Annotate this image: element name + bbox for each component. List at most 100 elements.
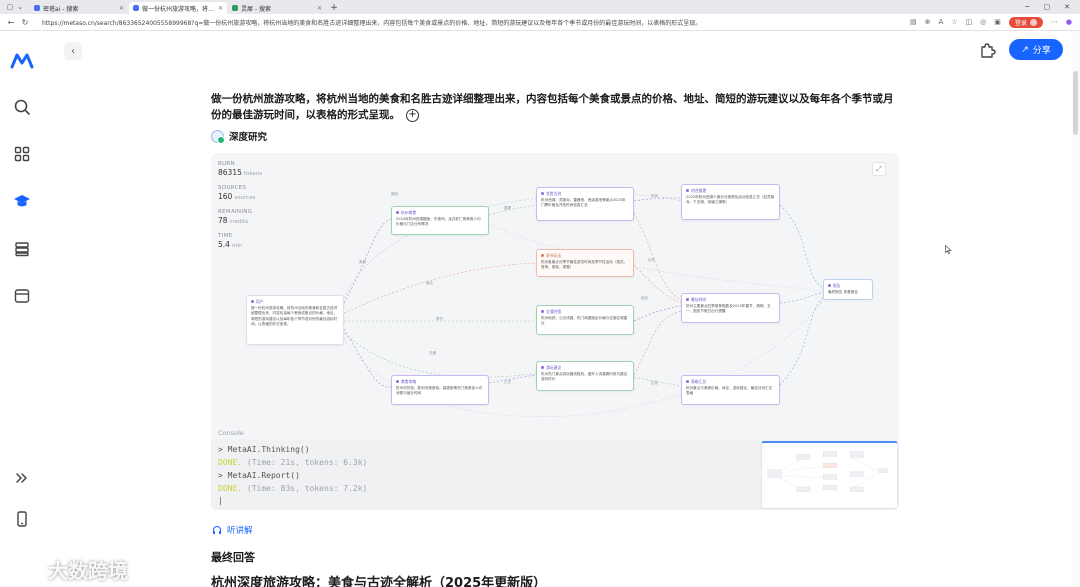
workspace-icon[interactable]: ▢	[7, 3, 14, 11]
flow-node-report[interactable]: 报告 最终报告 查看报告	[823, 279, 873, 300]
stat-burn: BURN 86315 tokens	[218, 161, 262, 177]
flow-node-table[interactable]: 表格汇总 杭州景点与美食价格、地址、游玩建议、最佳月份汇总表格	[681, 375, 780, 405]
back-arrow-icon[interactable]: ←	[4, 18, 18, 27]
collections-icon[interactable]: ▣	[994, 18, 1001, 26]
window-icon[interactable]	[13, 287, 31, 305]
minimize-icon[interactable]: ─	[1025, 3, 1029, 11]
metaso-logo-icon[interactable]	[10, 52, 34, 70]
browser-tab-bar: ▢ ⌄ 密塔ai - 搜索 ✕ 做一份杭州旅游攻略，将杭州当地 ✕ 灵犀 - 搜…	[0, 0, 1080, 14]
more-icon[interactable]: ⋯	[1051, 18, 1058, 26]
stat-value: 86315	[218, 168, 242, 177]
browser-tab-1[interactable]: 密塔ai - 搜索 ✕	[30, 2, 128, 14]
extension-icon[interactable]: ◎	[980, 18, 986, 26]
flow-node-summary[interactable]: 综合整理 2025年杭州西湖十景分月推荐及活动信息汇总（如灵隐寺、千岛湖、钱塘江…	[681, 184, 780, 220]
flow-node-food-guide[interactable]: 美食攻略 杭州河坊街、胜利河美食街、高银街等热门美食街人均消费与营业时间	[391, 375, 489, 405]
console-line: > MetaAI.Thinking()	[218, 445, 310, 454]
flow-node-tips[interactable]: 游玩建议 杭州热门景点游玩路线规划、避开人流高峰时段与建议游玩时长	[536, 361, 634, 391]
zoom-icon[interactable]: ⊕	[925, 18, 931, 26]
node-title: 杭州美食	[401, 210, 417, 215]
metaso-favicon-icon	[133, 5, 139, 11]
search-icon[interactable]	[13, 98, 31, 116]
back-button[interactable]: ‹	[64, 42, 82, 60]
add-icon[interactable]: +	[406, 108, 419, 122]
maximize-icon[interactable]: ▢	[1044, 3, 1051, 11]
stat-label: REMAINING	[218, 209, 253, 215]
research-stats: BURN 86315 tokens SOURCES 160 sources REMA…	[218, 161, 262, 257]
node-text: 杭州主要景点四季推荐指数及2025年春节、清明、五一、国庆节假日出行提醒	[686, 304, 771, 314]
mobile-icon[interactable]	[13, 510, 31, 528]
tab-actions[interactable]: ▢ ⌄	[0, 0, 30, 14]
split-icon[interactable]: ◫	[966, 18, 973, 26]
edge-label: 补充	[648, 257, 656, 262]
copilot-icon[interactable]: ●	[1066, 18, 1072, 26]
final-answer-heading: 最终回答	[211, 551, 255, 564]
stat-time: TIME 5.4 min	[218, 233, 262, 249]
listen-button[interactable]: 听讲解	[212, 524, 253, 536]
browser-tab-2[interactable]: 做一份杭州旅游攻略，将杭州当地 ✕	[129, 2, 227, 14]
scrollbar-thumb[interactable]	[1073, 71, 1078, 135]
translate-icon[interactable]: A	[938, 18, 943, 26]
node-title: 季节玩法	[546, 253, 562, 258]
metaso-favicon-icon	[34, 5, 40, 11]
deep-research-icon	[211, 129, 225, 144]
graduation-cap-icon[interactable]	[13, 192, 31, 210]
node-title: 交通住宿	[546, 309, 562, 314]
node-text: 杭州西湖、灵隐寺、雷峰塔、西溪湿地等景点2025年门票价格及开放时间信息汇总	[541, 198, 626, 208]
console-label: Console	[218, 429, 244, 437]
console-line: > MetaAI.Report()	[218, 471, 300, 480]
url-field[interactable]: https://metaso.cn/search/863365240055589…	[42, 18, 910, 27]
share-button[interactable]: ↗ 分享	[1009, 39, 1063, 60]
edge-label: 验证	[641, 295, 649, 300]
node-text: 最终报告 查看报告	[828, 290, 858, 295]
mouse-cursor-icon	[945, 245, 952, 254]
stat-value: 5.4	[218, 240, 230, 249]
edge-label: 时间	[651, 193, 659, 198]
search-favicon-icon	[232, 5, 238, 11]
flow-minimap[interactable]	[761, 441, 898, 509]
fullscreen-icon[interactable]: ⤢	[872, 162, 886, 176]
node-text: 杭州热门景点游玩路线规划、避开人流高峰时段与建议游玩时长	[541, 372, 628, 382]
edge-label: 汇总	[504, 379, 512, 384]
node-title: 游玩建议	[546, 365, 562, 370]
tab-title: 做一份杭州旅游攻略，将杭州当地	[142, 5, 215, 13]
refresh-icon[interactable]: ↻	[18, 18, 32, 27]
flow-node-food[interactable]: 杭州美食 2024年杭州西湖醋鱼、东坡肉、龙井虾仁等美食人均价格与门店分布情况	[391, 206, 489, 235]
stat-label: BURN	[218, 161, 235, 167]
console-line: DONE. (Time: 83s, tokens: 7.2k)	[218, 484, 368, 493]
reader-icon[interactable]: ▤	[910, 18, 917, 26]
address-bar: ← ↻ https://metaso.cn/search/86336524005…	[0, 14, 1080, 31]
new-tab-button[interactable]: +	[327, 2, 341, 14]
close-icon[interactable]: ✕	[317, 5, 322, 12]
flow-node-user[interactable]: 用户 做一份杭州旅游攻略，将杭州当地的美食和名胜古迹详细整理出来，内容包括每个美…	[246, 295, 344, 345]
layers-icon[interactable]	[13, 240, 31, 258]
close-icon[interactable]: ✕	[119, 5, 124, 12]
tab-title: 灵犀 - 搜索	[241, 5, 271, 13]
flow-node-season[interactable]: 季节玩法 杭州各景点分季节最佳游览时间及季节性活动（赏花、赏荷、赏桂、观雪）	[536, 249, 634, 277]
node-text: 杭州地铁、公交线路、热门商圈酒店价格与住宿区域建议	[541, 316, 628, 326]
stat-unit: min	[231, 243, 243, 249]
expand-sidebar-icon[interactable]	[13, 469, 31, 487]
node-title: 美食攻略	[401, 379, 417, 384]
watermark-text: 大数跨境	[48, 559, 128, 583]
watermark: 大数跨境	[8, 555, 128, 584]
flow-node-best-time[interactable]: 最佳时间 杭州主要景点四季推荐指数及2025年春节、清明、五一、国庆节假日出行提…	[681, 293, 780, 323]
flow-node-sights[interactable]: 名胜古迹 杭州西湖、灵隐寺、雷峰塔、西溪湿地等景点2025年门票价格及开放时间信…	[536, 187, 634, 221]
browser-tab-3[interactable]: 灵犀 - 搜索 ✕	[228, 2, 326, 14]
research-panel: 美食 景点 季节 交通 路线 整理 汇总 时间 补充 验证 生成 BURN 86…	[211, 153, 899, 510]
apps-grid-icon[interactable]	[13, 145, 31, 163]
console-cursor: |	[218, 496, 223, 505]
edge-label: 生成	[651, 380, 659, 385]
puzzle-plugin-icon[interactable]	[978, 41, 996, 59]
watermark-logo-icon	[8, 560, 42, 579]
edge-label: 路线	[391, 191, 399, 196]
node-text: 2024年杭州西湖醋鱼、东坡肉、龙井虾仁等美食人均价格与门店分布情况	[396, 217, 481, 227]
tab-list-icon[interactable]: ⌄	[17, 3, 23, 11]
login-button[interactable]: 登录	[1008, 16, 1043, 28]
avatar	[1029, 18, 1037, 26]
node-text: 杭州河坊街、胜利河美食街、高银街等热门美食街人均消费与营业时间	[396, 386, 483, 396]
favorite-star-icon[interactable]: ☆	[951, 18, 957, 26]
flow-node-transport[interactable]: 交通住宿 杭州地铁、公交线路、热门商圈酒店价格与住宿区域建议	[536, 305, 634, 335]
close-icon[interactable]: ✕	[218, 5, 223, 12]
close-window-icon[interactable]: ✕	[1064, 3, 1070, 11]
edge-label: 整理	[504, 205, 512, 210]
